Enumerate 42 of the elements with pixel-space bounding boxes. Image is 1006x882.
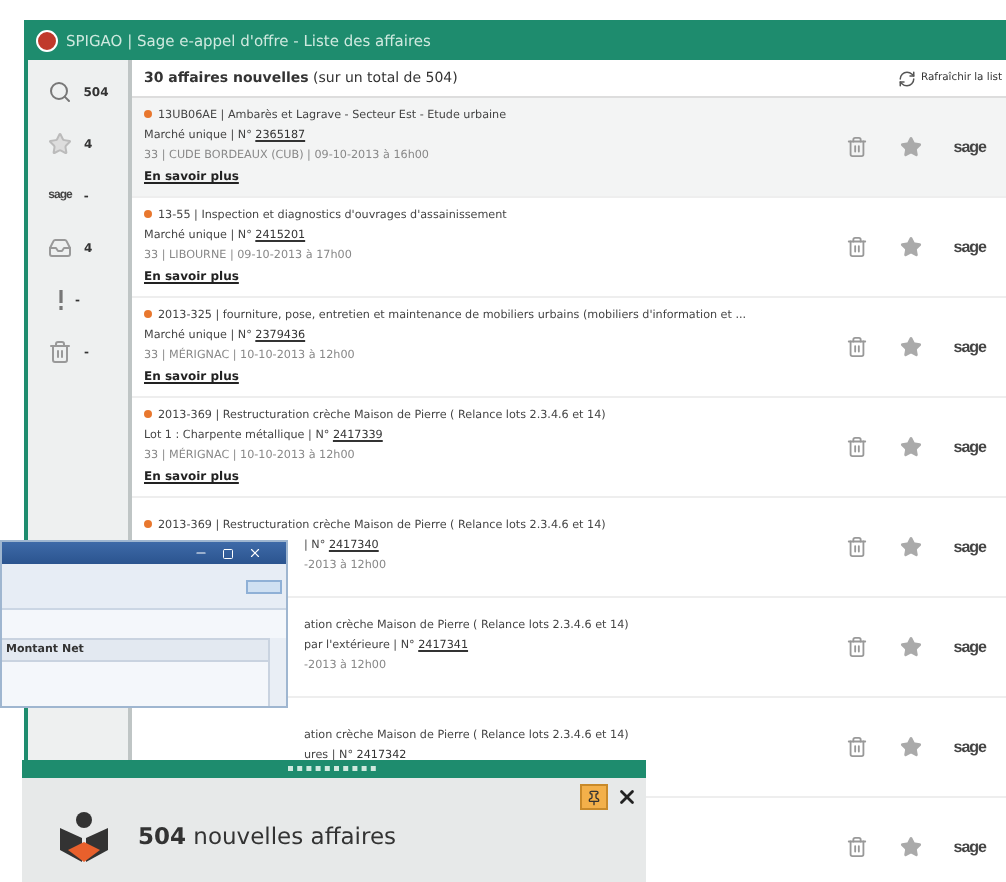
- trash-icon[interactable]: [845, 236, 868, 258]
- close-button[interactable]: [616, 786, 638, 808]
- sage-logo[interactable]: sage: [953, 538, 986, 556]
- sage-logo[interactable]: sage: [953, 438, 986, 456]
- star-icon[interactable]: [899, 536, 922, 558]
- trash-icon[interactable]: [845, 136, 868, 158]
- trash-icon[interactable]: [845, 536, 868, 558]
- trash-icon[interactable]: [845, 436, 868, 458]
- pin-icon: [586, 789, 602, 805]
- toolbar-button[interactable]: [246, 579, 282, 593]
- sage-logo[interactable]: sage: [953, 638, 986, 656]
- star-icon[interactable]: [899, 636, 922, 658]
- star-icon[interactable]: [899, 836, 922, 858]
- sage-logo[interactable]: sage: [953, 838, 986, 856]
- trash-icon[interactable]: [845, 736, 868, 758]
- sage-logo[interactable]: sage: [953, 338, 986, 356]
- inbox-icon: [48, 236, 72, 260]
- star-icon: [48, 132, 72, 156]
- notification-message: 504 nouvelles affaires: [138, 822, 397, 850]
- trash-icon: [48, 340, 72, 364]
- star-icon[interactable]: [899, 736, 922, 758]
- sage-logo[interactable]: sage: [953, 138, 986, 156]
- sage-logo[interactable]: sage: [953, 738, 986, 756]
- star-icon[interactable]: [899, 336, 922, 358]
- scrollbar[interactable]: [268, 638, 286, 706]
- sage-logo[interactable]: sage: [953, 238, 986, 256]
- trash-icon[interactable]: [845, 336, 868, 358]
- pin-button[interactable]: [580, 784, 608, 810]
- grip-drawing: [288, 766, 380, 772]
- trash-icon[interactable]: [845, 636, 868, 658]
- minimize-icon[interactable]: [194, 546, 208, 560]
- app-icon: [36, 29, 58, 51]
- logo-drawing: [58, 810, 110, 862]
- star-icon[interactable]: [899, 136, 922, 158]
- exclamation-icon: [57, 290, 63, 310]
- refresh-icon: [897, 69, 915, 87]
- maximize-icon[interactable]: [222, 547, 234, 559]
- search-icon: [47, 80, 72, 104]
- trash-icon[interactable]: [845, 836, 868, 858]
- close-icon[interactable]: [248, 546, 262, 560]
- star-icon[interactable]: [899, 236, 922, 258]
- star-icon[interactable]: [899, 436, 922, 458]
